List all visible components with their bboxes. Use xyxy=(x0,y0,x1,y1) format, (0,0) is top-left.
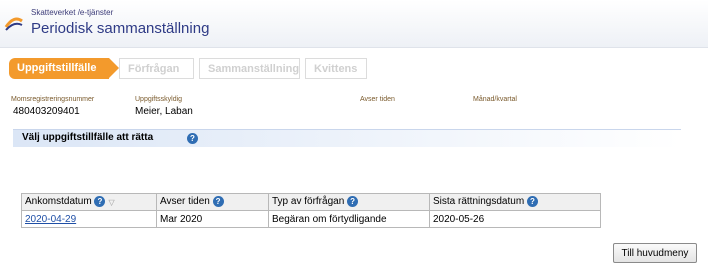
page-title: Periodisk sammanställning xyxy=(31,20,210,37)
col-typ-av-forfragan: Typ av förfrågan ? xyxy=(268,193,430,211)
step-uppgiftstillfalle: Uppgiftstillfälle xyxy=(9,58,119,79)
cell-sista-rattningsdatum: 2020-05-26 xyxy=(429,210,601,228)
skatteverket-logo-icon xyxy=(4,17,23,31)
help-icon[interactable]: ? xyxy=(347,196,359,208)
brand-subtitle: Skatteverket /e-tjänster xyxy=(31,8,114,17)
help-icon[interactable]: ? xyxy=(187,133,198,144)
col-typ-av-forfragan-label: Typ av förfrågan xyxy=(272,196,345,208)
col-ankomstdatum[interactable]: Ankomstdatum ? ▽ xyxy=(21,193,157,211)
table-header-row: Ankomstdatum ? ▽ Avser tiden ? Typ av för… xyxy=(21,193,601,211)
app-header: Skatteverket /e-tjänster Periodisk samma… xyxy=(0,0,708,48)
help-icon[interactable]: ? xyxy=(94,196,106,208)
cell-ankomstdatum: 2020-04-29 xyxy=(21,210,157,228)
cell-typ-av-forfragan: Begäran om förtydligande xyxy=(268,210,430,228)
cell-avser-tiden: Mar 2020 xyxy=(156,210,269,228)
arrival-date-link[interactable]: 2020-04-29 xyxy=(25,214,76,225)
occasions-table: Ankomstdatum ? ▽ Avser tiden ? Typ av för… xyxy=(21,193,601,228)
main-menu-button[interactable]: Till huvudmeny xyxy=(613,243,697,263)
obligor-label: Uppgiftsskyldig xyxy=(135,96,183,103)
period-label: Avser tiden xyxy=(360,96,395,103)
month-quarter-label: Månad/kvartal xyxy=(473,96,517,103)
table-row: 2020-04-29 Mar 2020 Begäran om förtydlig… xyxy=(21,210,601,228)
vat-number-value: 480403209401 xyxy=(13,106,80,117)
obligor-value: Meier, Laban xyxy=(135,106,193,117)
vat-number-label: Momsregistreringsnummer xyxy=(11,96,95,103)
sort-icon[interactable]: ▽ xyxy=(108,198,114,207)
col-sista-rattningsdatum: Sista rättningsdatum ? xyxy=(429,193,601,211)
help-icon[interactable]: ? xyxy=(212,196,224,208)
col-sista-rattningsdatum-label: Sista rättningsdatum xyxy=(433,196,525,208)
help-icon[interactable]: ? xyxy=(526,196,538,208)
section-title: Välj uppgiftstillfälle att rätta xyxy=(22,132,154,143)
col-ankomstdatum-label: Ankomstdatum xyxy=(25,196,92,208)
step-kvittens: Kvittens xyxy=(305,58,367,79)
step-sammanstallning: Sammanställning xyxy=(199,58,300,79)
col-avser-tiden: Avser tiden ? xyxy=(156,193,269,211)
section-bar: Välj uppgiftstillfälle att rätta ? xyxy=(13,129,681,147)
col-avser-tiden-label: Avser tiden xyxy=(160,196,210,208)
step-forfragan: Förfrågan xyxy=(119,58,194,79)
